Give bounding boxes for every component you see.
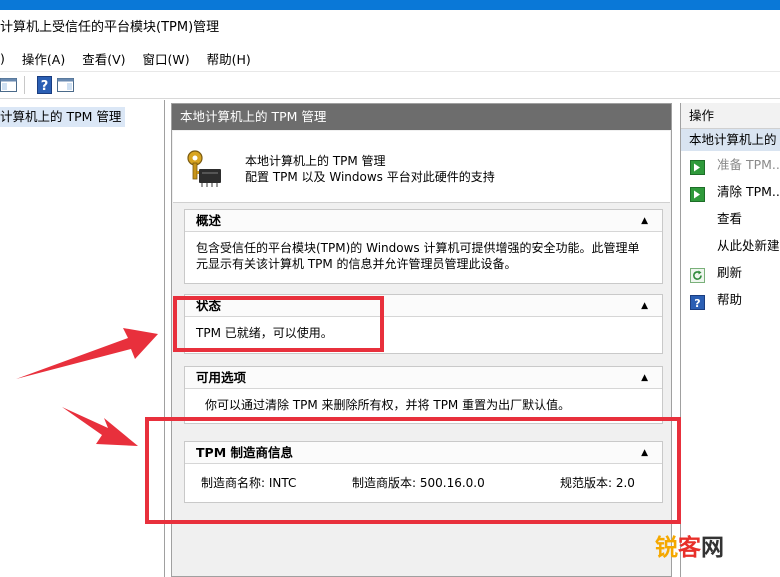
watermark-char-1: 锐 xyxy=(655,535,678,561)
arrow-to-status xyxy=(16,328,158,379)
watermark-logo: 锐客网 xyxy=(655,528,724,562)
watermark-char-2: 客 xyxy=(678,535,701,561)
mmc-window: 计算机上受信任的平台模块(TPM)管理 ) 操作(A) 查看(V) 窗口(W) … xyxy=(0,0,780,577)
watermark-char-3: 网 xyxy=(701,535,724,561)
annotation-arrows xyxy=(16,328,158,446)
arrow-to-manufacturer xyxy=(62,407,138,446)
